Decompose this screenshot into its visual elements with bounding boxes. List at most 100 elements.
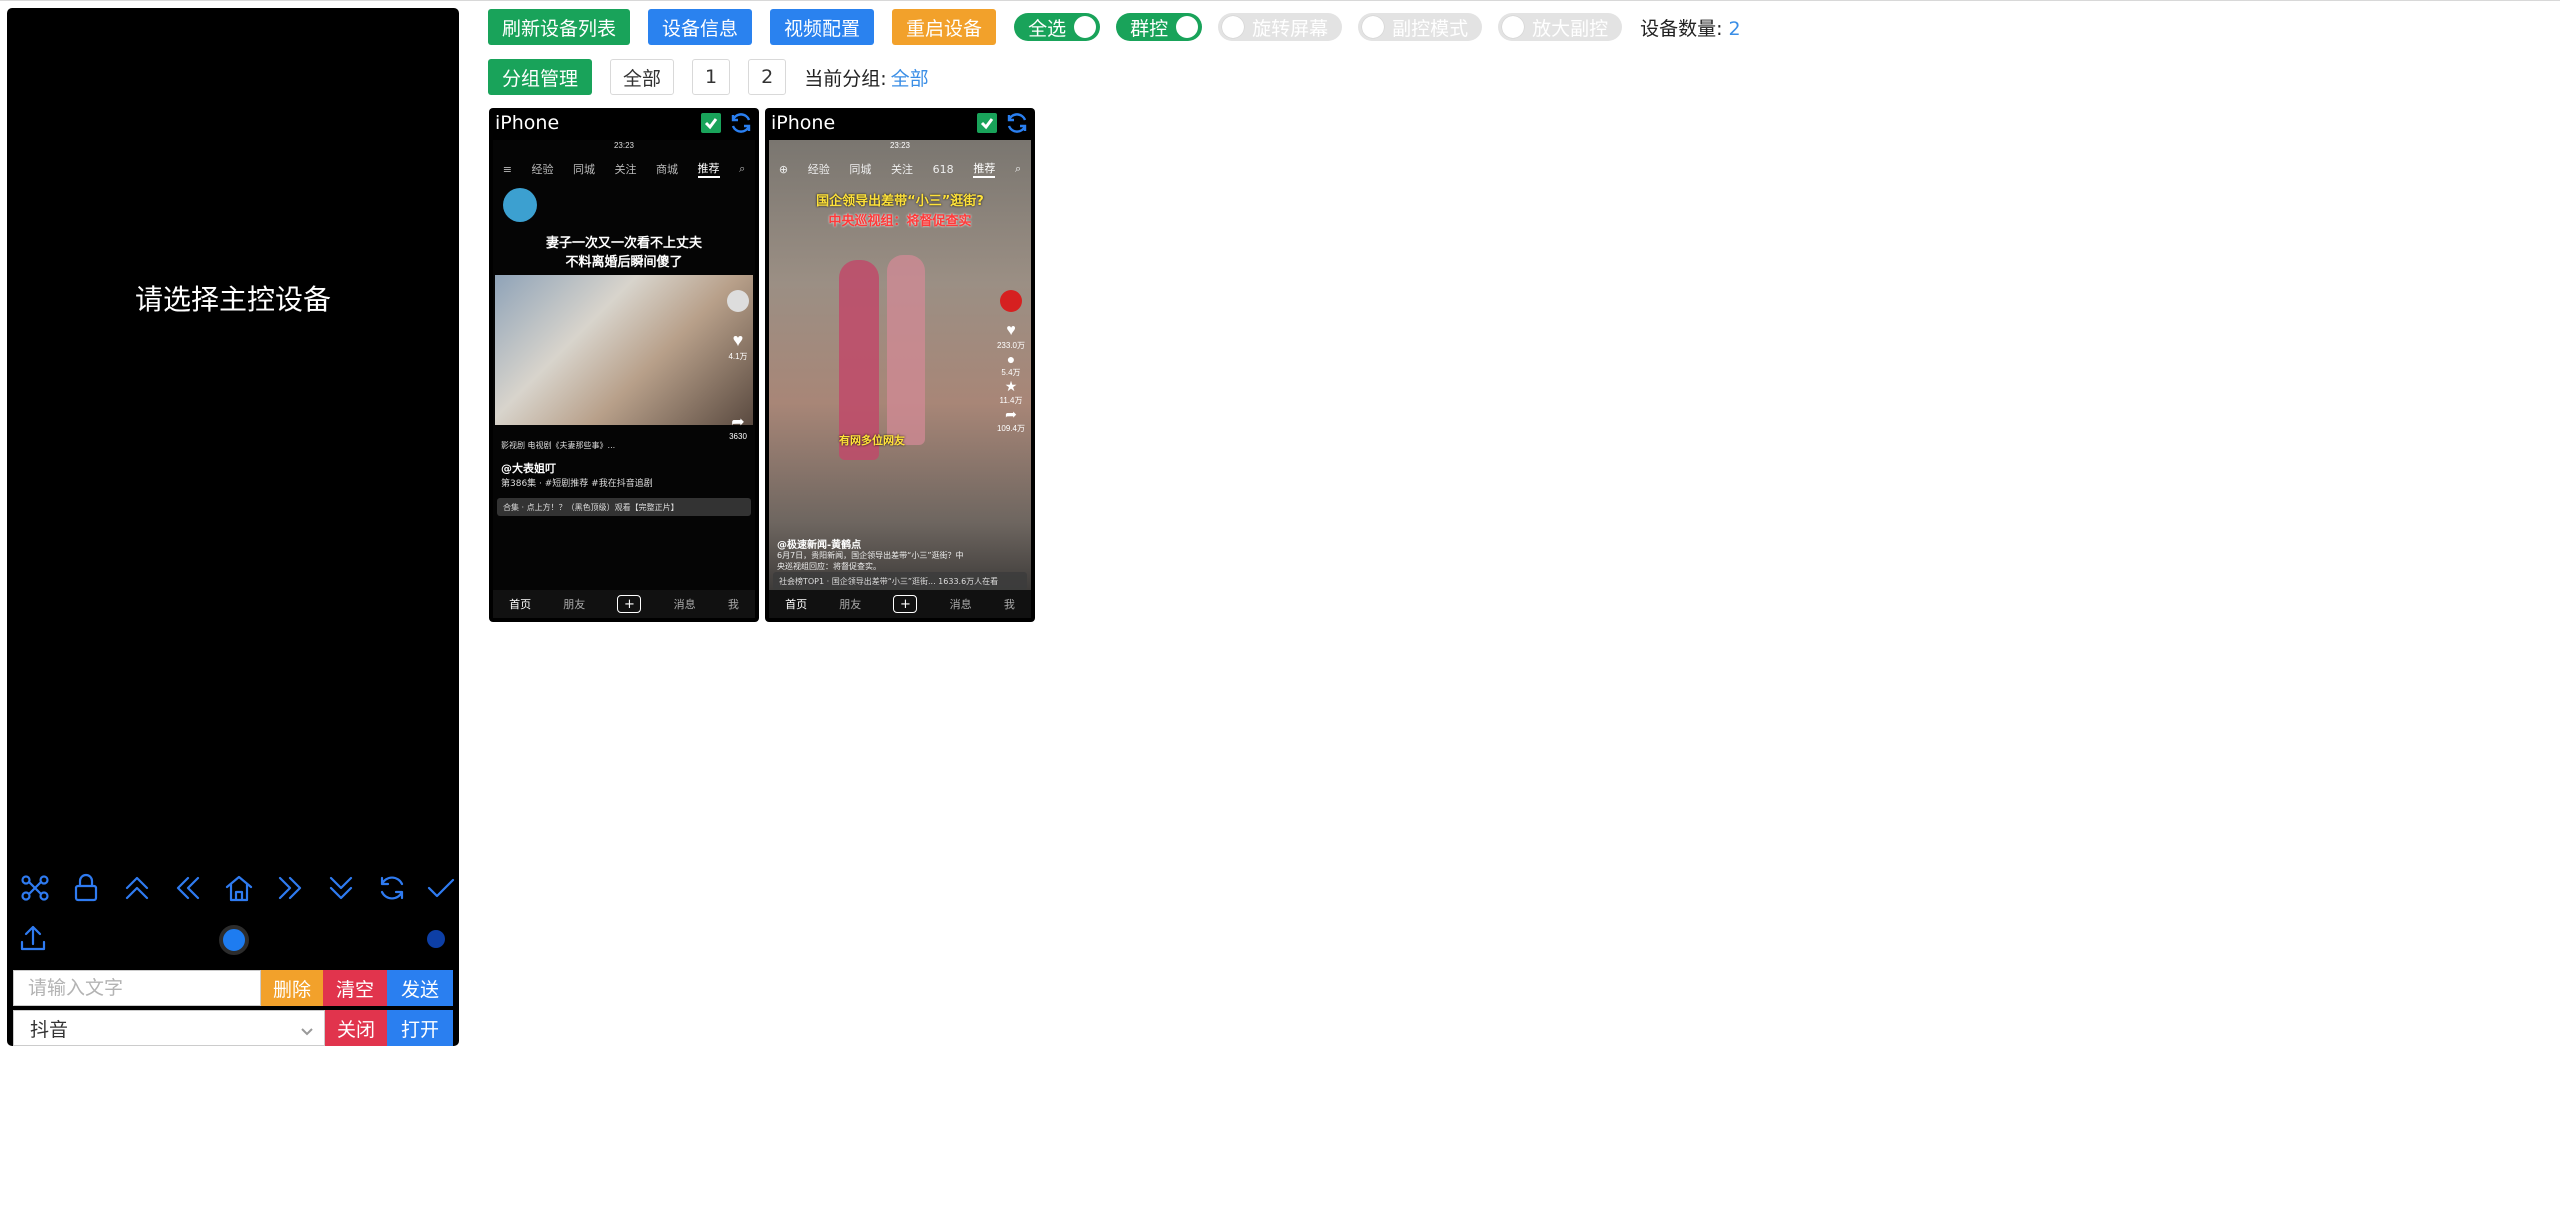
select-all-switch[interactable]: 全选 xyxy=(1014,13,1101,41)
app-top-nav: ⊕ 经验 同城 关注 618 推荐 ⌕ xyxy=(769,158,1031,180)
app-tab-active: 推荐 xyxy=(697,160,720,178)
bottom-tab: 消息 xyxy=(673,598,696,611)
device-select-checkbox[interactable] xyxy=(701,113,721,133)
rotate-screen-label: 旋转屏幕 xyxy=(1252,17,1329,40)
status-time: 23:23 xyxy=(889,141,911,150)
device-screen[interactable]: 23:23 ⊕ 经验 同城 关注 618 推荐 ⌕ 国企领导出差带“小三”逛街?… xyxy=(769,140,1031,618)
sub-control-mode-switch[interactable]: 副控模式 xyxy=(1358,13,1483,41)
app-tab: 关注 xyxy=(614,163,637,176)
video-title: 妻子一次又一次看不上丈夫 不料离婚后瞬间傻了 xyxy=(545,236,702,270)
upload-icon[interactable] xyxy=(13,918,53,958)
check-icon[interactable] xyxy=(421,868,461,908)
video-config-button[interactable]: 视频配置 xyxy=(770,9,875,45)
device-info-button[interactable]: 设备信息 xyxy=(648,9,753,45)
rotate-screen-switch[interactable]: 旋转屏幕 xyxy=(1218,13,1343,41)
bottom-tab: 朋友 xyxy=(563,598,586,611)
bottom-tab: 消息 xyxy=(949,598,972,611)
select-all-label: 全选 xyxy=(1028,17,1067,40)
app-tab: 同城 xyxy=(849,163,872,176)
group-1-button[interactable]: 1 xyxy=(692,59,731,95)
avatar xyxy=(727,290,749,312)
app-tab: 经验 xyxy=(807,163,830,176)
app-tab: 经验 xyxy=(531,163,554,176)
app-select[interactable]: 抖音 xyxy=(13,1010,325,1046)
video-desc: 第386集 · #短剧推荐 #我在抖音追剧 xyxy=(501,479,653,489)
plus-icon: + xyxy=(893,595,918,613)
zoom-sub-control-switch[interactable]: 放大副控 xyxy=(1498,13,1623,41)
video-badge xyxy=(503,188,537,222)
device-tile[interactable]: iPhone 23:23 ⊕ 经验 同城 关注 618 推荐 ⌕ 国企领导出差带… xyxy=(765,108,1035,622)
open-app-button[interactable]: 打开 xyxy=(387,1010,453,1046)
mid-caption: 有网多位网友 xyxy=(839,434,905,447)
chevron-down-icon xyxy=(300,1021,314,1036)
select-master-message: 请选择主控设备 xyxy=(134,283,331,316)
app-top-nav: ≡ 经验 同城 关注 商城 推荐 ⌕ xyxy=(493,158,755,180)
refresh-icon[interactable] xyxy=(372,868,412,908)
text-input-row: 删除 清空 发送 xyxy=(13,970,459,1006)
lock-icon[interactable] xyxy=(66,868,106,908)
device-name: iPhone xyxy=(495,112,560,134)
star-icon: ★ xyxy=(1004,378,1018,394)
side-actions: ♥ 233.0万 ● 5.4万 ★ 11.4万 ➦ 109.4万 xyxy=(997,290,1025,434)
master-control-panel: 请选择主控设备 请输入文字 删除 清空 发送 抖音 关闭 打开 xyxy=(7,8,459,1046)
current-group-value[interactable]: 全部 xyxy=(891,68,929,90)
group-manage-button[interactable]: 分组管理 xyxy=(488,59,593,95)
status-bar: 23:23 xyxy=(493,140,755,154)
device-tile[interactable]: iPhone 23:23 ≡ 经验 同城 关注 商城 推荐 ⌕ 妻子一次又一次看… xyxy=(489,108,759,622)
video-frame xyxy=(495,275,753,425)
slider-knob[interactable] xyxy=(219,925,249,955)
top-border xyxy=(0,0,2560,1)
clear-button[interactable]: 清空 xyxy=(323,970,387,1006)
text-input[interactable] xyxy=(13,970,261,1006)
menu-icon: ≡ xyxy=(502,162,512,176)
headline-1: 国企领导出差带“小三”逛街? xyxy=(816,194,984,209)
device-header: iPhone xyxy=(765,108,1035,138)
toolbar: 刷新设备列表 设备信息 视频配置 重启设备 全选 群控 旋转屏幕 副控模式 放大… xyxy=(488,8,1741,46)
double-chevron-down-icon[interactable] xyxy=(321,868,361,908)
group-all-button[interactable]: 全部 xyxy=(610,59,675,95)
status-time: 23:23 xyxy=(613,141,635,150)
double-chevron-right-icon[interactable] xyxy=(270,868,310,908)
share-icon: ➦ xyxy=(1005,406,1017,422)
switch-knob xyxy=(1502,16,1525,38)
restart-device-button[interactable]: 重启设备 xyxy=(892,9,997,45)
double-chevron-up-icon[interactable] xyxy=(117,868,157,908)
double-chevron-left-icon[interactable] xyxy=(168,868,208,908)
share-count: 109.4万 xyxy=(996,424,1025,433)
device-select-checkbox[interactable] xyxy=(977,113,997,133)
home-icon[interactable] xyxy=(219,868,259,908)
device-screen[interactable]: 23:23 ≡ 经验 同城 关注 商城 推荐 ⌕ 妻子一次又一次看不上丈夫 不料… xyxy=(493,140,755,618)
group-2-button[interactable]: 2 xyxy=(748,59,787,95)
app-select-value: 抖音 xyxy=(30,1018,69,1041)
switch-knob xyxy=(1176,16,1199,38)
group-control-label: 群控 xyxy=(1130,17,1169,40)
app-bottom-nav: 首页 朋友 + 消息 我 xyxy=(493,590,755,618)
refresh-icon[interactable] xyxy=(1005,111,1029,135)
slider-end-dot[interactable] xyxy=(427,930,445,948)
like-count: 233.0万 xyxy=(996,341,1025,350)
device-count-value: 2 xyxy=(1728,17,1741,40)
share-icon[interactable] xyxy=(15,868,55,908)
headline-2: 中央巡视组：将督促查实 xyxy=(828,214,972,229)
close-app-button[interactable]: 关闭 xyxy=(325,1010,387,1046)
bottom-tab: 我 xyxy=(727,598,739,611)
video-figure xyxy=(839,260,879,460)
refresh-device-list-button[interactable]: 刷新设备列表 xyxy=(488,9,631,45)
avatar xyxy=(999,290,1022,312)
slider-track[interactable] xyxy=(67,938,443,942)
share-icon: ➦ xyxy=(731,414,745,431)
video-author: @极速新闻-黄鹤点 xyxy=(777,540,862,551)
device-count-label: 设备数量: xyxy=(1640,17,1723,40)
device-count: 设备数量: 2 xyxy=(1640,14,1741,41)
current-group: 当前分组: 全部 xyxy=(804,64,928,91)
device-header: iPhone xyxy=(489,108,759,138)
delete-button[interactable]: 删除 xyxy=(261,970,323,1006)
group-control-switch[interactable]: 群控 xyxy=(1116,13,1203,41)
video-link: 影视剧 电视剧《夫妻那些事》... xyxy=(501,441,616,450)
favorite-count: 11.4万 xyxy=(999,396,1023,405)
send-button[interactable]: 发送 xyxy=(387,970,453,1006)
status-bar: 23:23 xyxy=(769,140,1031,154)
app-tab: 关注 xyxy=(891,163,914,176)
refresh-icon[interactable] xyxy=(729,111,753,135)
bottom-tab: 我 xyxy=(1003,598,1015,611)
